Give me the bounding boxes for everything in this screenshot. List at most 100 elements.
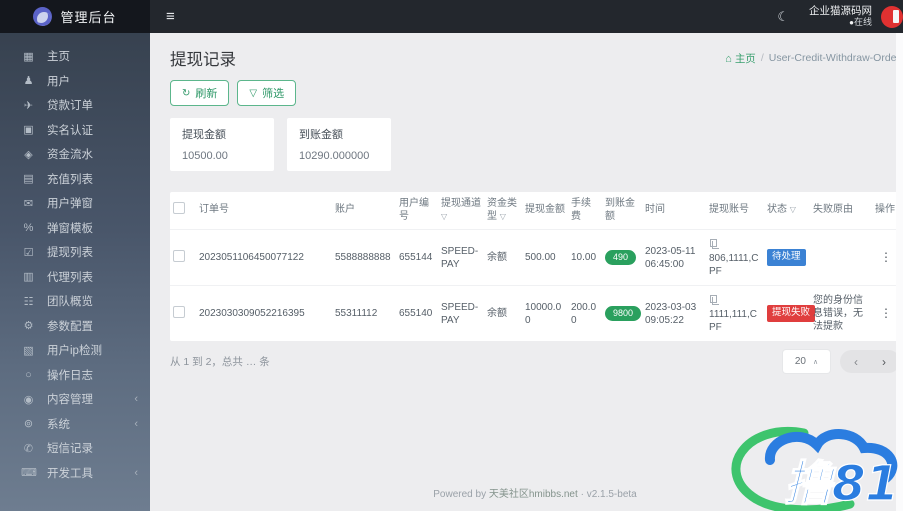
content-icon: ◉: [23, 393, 34, 406]
page-head: 提现记录 ⌂ 主页 / User-Credit-Withdraw-Order: [170, 46, 900, 70]
table-row: 2023051106450077122 5588888888 655144 SP…: [170, 229, 900, 286]
hamburger-menu-icon[interactable]: ≡: [166, 8, 175, 25]
col-withdraw-account: 提现账号: [709, 204, 749, 216]
sidebar-item-agent-list[interactable]: ▥ 代理列表: [0, 265, 150, 290]
sidebar-item-loan-orders[interactable]: ✈ 贷款订单: [0, 93, 150, 118]
id-card-icon: ▣: [23, 124, 34, 137]
footer: Powered by 天美社区hmibbs.net · v2.1.5-beta: [433, 489, 637, 500]
online-status: ●在线: [849, 17, 872, 27]
sidebar-item-home[interactable]: ▦ 主页: [0, 44, 150, 69]
col-order-no: 订单号: [199, 204, 229, 216]
cell-fund-type: 余额: [484, 285, 522, 341]
cell-arrival: 9800: [602, 285, 642, 341]
sidebar-item-system[interactable]: ⊚ 系统 ‹: [0, 412, 150, 437]
sidebar-item-label: 开发工具: [47, 467, 93, 480]
cell-order-no: 2023051106450077122: [196, 229, 332, 286]
caret-up-icon: ∧: [813, 358, 819, 366]
sidebar-item-op-log[interactable]: ○ 操作日志: [0, 363, 150, 388]
sidebar-item-id-verify[interactable]: ▣ 实名认证: [0, 118, 150, 143]
page-title: 提现记录: [170, 51, 236, 69]
copy-icon[interactable]: [710, 295, 719, 305]
stat-value: 10290.000000: [299, 150, 370, 162]
cell-fee: 200.00: [568, 285, 602, 341]
cell-status: 提现失败: [764, 285, 816, 341]
col-fee: 手续费: [571, 198, 591, 222]
sidebar-item-label: 资金流水: [47, 149, 93, 162]
sidebar-item-label: 提现列表: [47, 247, 93, 260]
sidebar-item-devtools[interactable]: ⌨ 开发工具 ‹: [0, 461, 150, 486]
footer-version: v2.1.5-beta: [586, 489, 637, 500]
avatar[interactable]: [881, 5, 903, 28]
pager: ‹ ›: [840, 350, 900, 373]
log-icon: ○: [25, 368, 32, 381]
community-link[interactable]: 天美社区hmibbs.net: [489, 489, 578, 500]
chevron-left-icon: ‹: [134, 417, 138, 430]
status-badge: 提现失败: [767, 304, 816, 323]
stat-card-arrival-amount: 到账金额 10290.000000: [287, 118, 391, 171]
recharge-icon: ▤: [23, 173, 34, 186]
stat-label: 提现金额: [182, 129, 226, 141]
breadcrumb-current: User-Credit-Withdraw-Order: [768, 52, 900, 64]
sidebar-item-recharge-list[interactable]: ▤ 充值列表: [0, 167, 150, 192]
logo-bar: 管理后台: [0, 0, 150, 33]
gears-icon: ⚙: [23, 320, 34, 333]
copy-icon[interactable]: [710, 239, 719, 249]
pagination-controls: 20 ∧ ‹ ›: [783, 350, 900, 373]
sidebar-item-user-popup[interactable]: ✉ 用户弹窗: [0, 191, 150, 216]
agent-icon: ▥: [23, 271, 34, 284]
next-page-button[interactable]: ›: [870, 355, 898, 369]
col-fund-type: 资金类型 ▽: [487, 198, 517, 222]
scrollbar-track[interactable]: [896, 33, 903, 511]
sidebar-item-popup-template[interactable]: % 弹窗模板: [0, 216, 150, 241]
stat-label: 到账金额: [299, 129, 343, 141]
row-checkbox[interactable]: [173, 305, 185, 318]
filter-button[interactable]: ▽ 筛选: [237, 80, 297, 106]
table-header-row: 订单号 账户 用户编号 提现通道 ▽ 资金类型 ▽ 提现金额 手续费 到账金额 …: [170, 192, 900, 230]
cell-failure-reason: [810, 229, 872, 286]
sidebar-item-users[interactable]: ♟ 用户: [0, 69, 150, 94]
sidebar-item-content-mgmt[interactable]: ◉ 内容管理 ‹: [0, 387, 150, 412]
sidebar-item-fund-flow[interactable]: ◈ 资金流水: [0, 142, 150, 167]
sidebar-item-ip-check[interactable]: ▧ 用户ip检测: [0, 338, 150, 363]
col-status: 状态 ▽: [767, 204, 796, 216]
col-time: 时间: [645, 204, 665, 216]
prev-page-button[interactable]: ‹: [842, 355, 870, 369]
status-badge: 待处理: [767, 248, 806, 267]
sidebar-item-label: 短信记录: [47, 443, 93, 456]
cell-account: 5588888888: [332, 229, 396, 286]
loan-order-icon: ✈: [23, 99, 34, 112]
pagination-info: 从 1 到 2，总共 … 条: [170, 356, 270, 368]
username: 企业猫源码网: [809, 5, 872, 17]
select-all-checkbox[interactable]: [173, 202, 185, 215]
cell-account: 55311112: [332, 285, 396, 341]
refresh-button[interactable]: ↻ 刷新: [170, 80, 230, 106]
chart-icon: ▦: [23, 50, 34, 63]
sidebar-item-label: 用户弹窗: [47, 198, 93, 211]
filter-funnel-icon[interactable]: ▽: [441, 212, 447, 221]
sidebar-item-label: 用户: [47, 75, 70, 88]
dark-mode-moon-icon[interactable]: ☾: [777, 9, 789, 25]
money-flow-icon: ◈: [24, 148, 33, 161]
row-actions-menu-icon[interactable]: ⋮: [875, 250, 897, 266]
stat-card-withdraw-amount: 提现金额 10500.00: [170, 118, 274, 171]
user-menu[interactable]: 企业猫源码网 ●在线: [809, 5, 872, 28]
breadcrumb-home-link[interactable]: ⌂ 主页: [725, 51, 756, 66]
cell-user-id: 655144: [396, 229, 438, 286]
sidebar-item-withdraw-list[interactable]: ☑ 提现列表: [0, 240, 150, 265]
team-icon: ☷: [23, 295, 34, 308]
sidebar-item-param-config[interactable]: ⚙ 参数配置: [0, 314, 150, 339]
breadcrumb-separator: /: [760, 52, 764, 64]
page-size-select[interactable]: 20 ∧: [783, 350, 830, 373]
filter-funnel-icon[interactable]: ▽: [500, 212, 506, 221]
row-checkbox[interactable]: [173, 249, 185, 262]
sidebar-item-sms-log[interactable]: ✆ 短信记录: [0, 436, 150, 461]
sidebar-item-label: 实名认证: [47, 124, 93, 137]
sidebar-item-label: 充值列表: [47, 173, 93, 186]
cell-order-no: 2023030309052216395: [196, 285, 332, 341]
sidebar-item-team-overview[interactable]: ☷ 团队概览: [0, 289, 150, 314]
toolbar: ↻ 刷新 ▽ 筛选: [170, 80, 900, 106]
cell-failure-reason: 您的身份信息错误，无法提款: [810, 285, 872, 341]
filter-funnel-icon[interactable]: ▽: [790, 205, 796, 214]
sidebar-item-label: 参数配置: [47, 320, 93, 333]
row-actions-menu-icon[interactable]: ⋮: [875, 306, 897, 322]
